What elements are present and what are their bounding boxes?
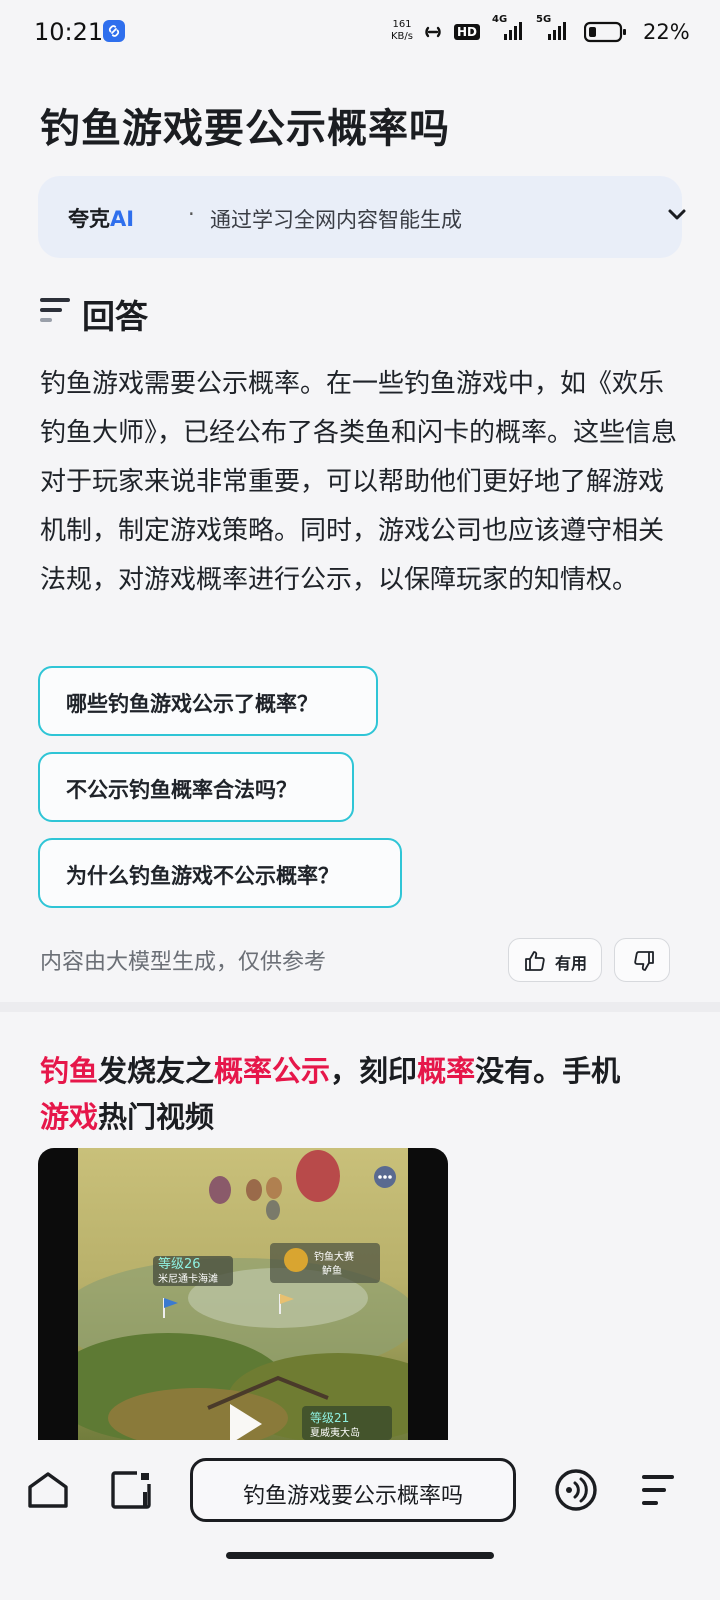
video-thumbnail[interactable]: 等级26 米尼通卡海滩 钓鱼大赛 鲈鱼 等级21 夏威夷大岛: [38, 1148, 448, 1448]
network-speed: 161 KB/s: [391, 19, 413, 42]
thumbs-down-icon: [634, 951, 654, 971]
bottom-nav-bar: 钓鱼游戏要公示概率吗: [0, 1440, 720, 1600]
chevron-down-icon[interactable]: [666, 204, 688, 230]
battery-icon: [583, 21, 628, 47]
like-label: 有用: [555, 954, 588, 973]
suggestion-chip-1[interactable]: 哪些钓鱼游戏公示了概率？: [38, 666, 378, 736]
battery-percent: 22%: [643, 20, 690, 44]
hd-voice-icon: HD: [454, 21, 481, 40]
menu-icon[interactable]: [640, 1472, 676, 1512]
ai-separator: ·: [188, 202, 195, 226]
dislike-button[interactable]: [614, 938, 670, 982]
hotspot-icon: [420, 22, 446, 46]
suggestion-chip-2[interactable]: 不公示钓鱼概率合法吗？: [38, 752, 354, 822]
search-query-text: 钓鱼游戏要公示概率吗: [242, 1484, 463, 1509]
search-box[interactable]: 钓鱼游戏要公示概率吗: [190, 1458, 516, 1522]
home-indicator[interactable]: [226, 1552, 494, 1559]
status-time: 10:21: [34, 18, 104, 46]
like-button[interactable]: 有用: [508, 938, 602, 982]
ai-source-bar[interactable]: 夸克AI · 通过学习全网内容智能生成: [38, 176, 686, 258]
result-title[interactable]: 钓鱼发烧友之概率公示，刻印概率没有。手机 游戏热门视频: [40, 1048, 680, 1140]
answer-heading: 回答: [82, 297, 148, 336]
link-app-icon: [103, 20, 125, 42]
ai-brand: 夸克AI: [68, 207, 135, 231]
answer-text: 钓鱼游戏需要公示概率。在一些钓鱼游戏中，如《欢乐钓鱼大师》，已经公布了各类鱼和闪…: [40, 369, 678, 595]
svg-text:夏威夷大岛: 夏威夷大岛: [310, 1426, 360, 1439]
status-bar: 10:21 161 KB/s HD 4G 5G 22%: [34, 14, 690, 47]
svg-text:等级26: 等级26: [158, 1256, 201, 1272]
suggestion-chip-3[interactable]: 为什么钓鱼游戏不公示概率？: [38, 838, 402, 908]
game-scene-image: 等级26 米尼通卡海滩 钓鱼大赛 鲈鱼 等级21 夏威夷大岛: [78, 1148, 408, 1448]
svg-text:米尼通卡海滩: 米尼通卡海滩: [158, 1272, 218, 1285]
section-divider: [0, 1002, 720, 1012]
thumbs-up-icon: [525, 951, 545, 971]
voice-icon[interactable]: [554, 1468, 598, 1516]
svg-text:等级21: 等级21: [310, 1411, 349, 1425]
svg-text:钓鱼大赛: 钓鱼大赛: [314, 1250, 354, 1263]
svg-text:鲈鱼: 鲈鱼: [322, 1264, 342, 1277]
tabs-icon[interactable]: [110, 1470, 154, 1514]
home-icon[interactable]: [26, 1470, 70, 1514]
disclaimer-text: 内容由大模型生成，仅供参考: [40, 950, 327, 975]
page-title: 钓鱼游戏要公示概率吗: [40, 106, 450, 152]
ai-description: 通过学习全网内容智能生成: [210, 208, 462, 232]
answer-list-icon: [40, 298, 72, 332]
